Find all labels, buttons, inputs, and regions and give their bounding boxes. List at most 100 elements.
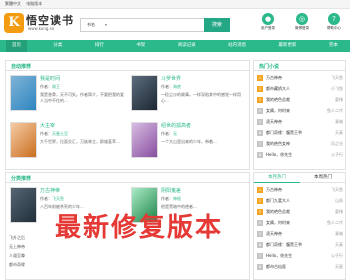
list-item[interactable]: 6 都门奇缘：腹黑王爷 天真: [257, 129, 343, 138]
header-actions: ● 用户登录 ◎ 微博登录 ? 帮助中心: [256, 12, 350, 38]
list-item-title[interactable]: 我的绝色总裁: [266, 97, 290, 103]
list-item-title[interactable]: 万古神帝: [266, 187, 282, 193]
book-cover[interactable]: [10, 187, 37, 223]
list-item[interactable]: 5 凌天神帝 青城: [257, 118, 343, 127]
book-desc: 大千世界，位面交汇，万族林立，群雄荟萃...: [40, 139, 120, 144]
link-traditional[interactable]: 繁體中文: [5, 1, 21, 6]
category-list-item[interactable]: 都市奇缘: [9, 262, 249, 268]
search-bar: 书名 ▾ 搜索: [80, 18, 230, 32]
list-item[interactable]: 1 万古神帝 飞天鱼: [257, 74, 343, 83]
nav-latest[interactable]: 最新更新: [273, 40, 303, 52]
login-label: 用户登录: [261, 26, 275, 30]
list-item-title[interactable]: 女婿，何时来: [266, 220, 290, 226]
book-cover[interactable]: [131, 75, 158, 111]
category-header: 分类推荐: [6, 173, 249, 183]
hot-header: 热门小说: [254, 61, 345, 71]
book-title[interactable]: 万古神帝: [40, 187, 60, 194]
nav-messages[interactable]: 站内消息: [222, 40, 252, 52]
rank-badge: 4: [257, 220, 263, 226]
list-item[interactable]: 6 都门奇缘：腹黑王爷 天真: [257, 241, 343, 250]
nav-ranking[interactable]: 排行: [89, 40, 110, 52]
book-cover[interactable]: [10, 122, 37, 158]
list-item[interactable]: 1 万古神帝 飞天鱼: [257, 186, 343, 195]
nav-category[interactable]: 分类: [47, 40, 68, 52]
list-item[interactable]: 3 我的绝色总裁 夏栈: [257, 208, 343, 217]
book-title[interactable]: 大主宰: [40, 122, 55, 129]
category-list-item[interactable]: 人道至尊: [9, 253, 249, 259]
list-item-title[interactable]: 我的绝色总裁: [266, 209, 290, 215]
book-author: 作者：周王: [40, 84, 60, 89]
rank-badge: 8: [257, 152, 263, 158]
list-item[interactable]: 2 都门九婴大人 山雨: [257, 197, 343, 206]
link-desktop[interactable]: 电脑版本: [26, 1, 42, 6]
category-list-item[interactable]: 无上神帝: [9, 244, 249, 250]
list-item-title[interactable]: 都门奇缘：腹黑王爷: [266, 242, 302, 248]
book-title[interactable]: 阴阳鬼差: [161, 187, 181, 194]
list-item-title[interactable]: 都市古仙医: [266, 264, 286, 270]
list-item-title[interactable]: 女婿，何时来: [266, 108, 290, 114]
main-nav: 首页 分类 排行 书架 阅读记录 站内消息 最新更新 完本: [0, 40, 350, 52]
list-item[interactable]: 2 都市藏娇大人 小飞鱼: [257, 85, 343, 94]
list-item[interactable]: 4 女婿，何时来 鱼人二代: [257, 107, 343, 116]
book-card[interactable]: 我是时间 作者：周王 我是香骨，天不可失。作者简介，不要把我的爱人当中不住的..…: [8, 74, 128, 119]
list-item-title[interactable]: 凌天神帝: [266, 119, 282, 125]
category-title: 分类推荐: [11, 176, 32, 182]
list-item[interactable]: 4 女婿，何时来 鱼人二代: [257, 219, 343, 228]
nav-history[interactable]: 阅读记录: [172, 40, 202, 52]
nav-finished[interactable]: 完本: [323, 40, 344, 52]
nav-bookshelf[interactable]: 书架: [130, 40, 151, 52]
list-item-title[interactable]: 我的绝色女神: [266, 141, 290, 147]
nav-home[interactable]: 首页: [6, 40, 27, 52]
rank-badge: 7: [257, 141, 263, 147]
rank-badge: 3: [257, 209, 263, 215]
help-label: 帮助中心: [327, 26, 341, 30]
list-item-author: 鱼人二代: [327, 108, 343, 113]
header: K 悟空读书 www.kong.so 书名 ▾ 搜索 ● 用户登录 ◎ 微博登录…: [0, 9, 350, 40]
book-title[interactable]: 绍世的孤高者: [161, 122, 191, 129]
book-cover[interactable]: [10, 75, 37, 111]
tab-monthly[interactable]: 本月热门: [254, 173, 300, 183]
logo-url: www.kong.so: [28, 26, 55, 31]
list-item[interactable]: 7 Hello，徐先生 公子行: [257, 252, 343, 261]
list-item-author: 鱼人二代: [327, 220, 343, 225]
search-button[interactable]: 搜索: [204, 18, 230, 32]
book-title[interactable]: 斗罗世界: [161, 75, 181, 82]
book-cover[interactable]: [131, 122, 158, 158]
list-item-title[interactable]: 都门九婴大人: [266, 198, 290, 204]
book-card[interactable]: 大主宰 作者：天蚕土豆 大千世界，位面交汇，万族林立，群雄荟萃...: [8, 121, 128, 166]
ranking-panel: 本月热门 本周热门 1 万古神帝 飞天鱼 2 都门九婴大人 山雨 3 我的绝色总…: [253, 172, 346, 280]
list-item-title[interactable]: 都市藏娇大人: [266, 86, 290, 92]
list-item[interactable]: 8 都市古仙医 天星: [257, 263, 343, 272]
search-type-select[interactable]: 书名: [87, 22, 95, 28]
help-action[interactable]: ? 帮助中心: [322, 12, 346, 38]
search-input[interactable]: [111, 19, 205, 31]
list-item-title[interactable]: 凌天神帝: [266, 231, 282, 237]
list-item-author: 飞天鱼: [331, 75, 343, 80]
list-item-title[interactable]: Hello，徐先生: [266, 152, 292, 158]
list-item[interactable]: 8 Hello，徐先生 公子行: [257, 151, 343, 160]
weibo-action[interactable]: ◎ 微博登录: [290, 12, 314, 38]
rank-badge: 4: [257, 108, 263, 114]
book-title[interactable]: 我是时间: [40, 75, 60, 82]
list-item-author: 夏栈: [335, 97, 343, 102]
list-item[interactable]: 3 我的绝色总裁 夏栈: [257, 96, 343, 105]
login-action[interactable]: ● 用户登录: [256, 12, 280, 38]
list-item[interactable]: 5 凌天神帝 青城: [257, 230, 343, 239]
book-author: 作者：海底: [161, 84, 181, 89]
tab-weekly[interactable]: 本周热门: [300, 173, 346, 183]
list-item-author: 山雨: [335, 198, 343, 203]
book-desc: 我是香骨，天不可失。作者简介，不要把我的爱人当中不住的...: [40, 92, 124, 103]
list-item-title[interactable]: Hello，徐先生: [266, 253, 292, 259]
chevron-down-icon: ▾: [105, 22, 108, 27]
site-logo[interactable]: K 悟空读书 www.kong.so: [4, 11, 74, 38]
book-desc: 一个大山里出来的少年，带着...: [161, 139, 217, 144]
book-card[interactable]: 斗罗世界 作者：海底 一粒尘沙的故事。一样深陷其中的感觉一样用心...: [129, 74, 249, 119]
book-card[interactable]: 绍世的孤高者 作者：无 一个大山里出来的少年，带着...: [129, 121, 249, 166]
list-item[interactable]: 7 我的绝色女神 风之谷: [257, 140, 343, 149]
rank-badge: 3: [257, 97, 263, 103]
list-item-title[interactable]: 万古神帝: [266, 75, 282, 81]
list-item-title[interactable]: 都门奇缘：腹黑王爷: [266, 130, 302, 136]
list-item-author: 公子行: [331, 152, 343, 157]
book-author: 作者：无: [161, 131, 177, 136]
list-item-author: 天星: [335, 264, 343, 269]
